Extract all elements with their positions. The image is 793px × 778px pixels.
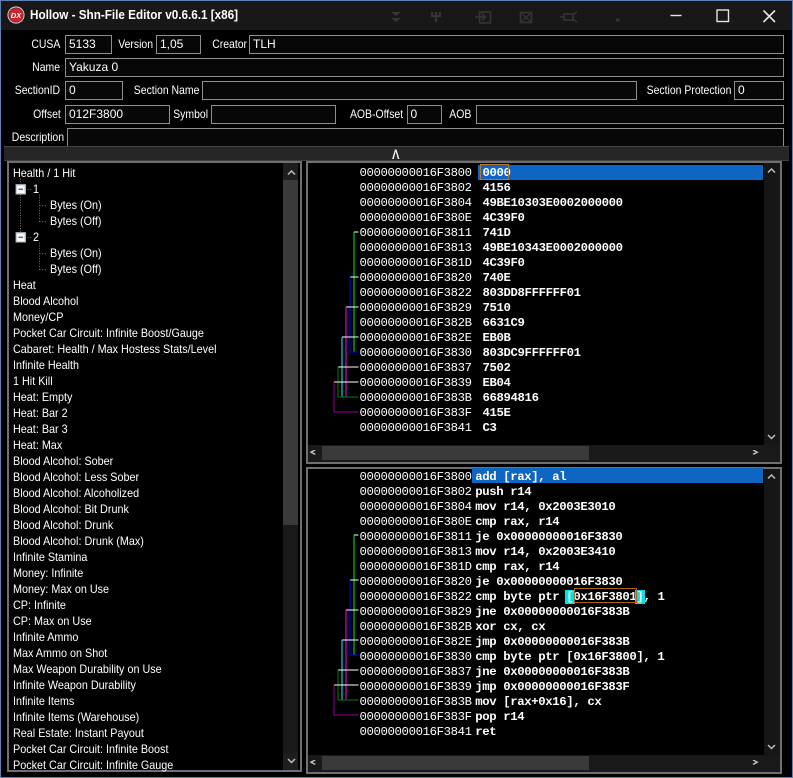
svg-text:DX: DX: [10, 10, 21, 19]
